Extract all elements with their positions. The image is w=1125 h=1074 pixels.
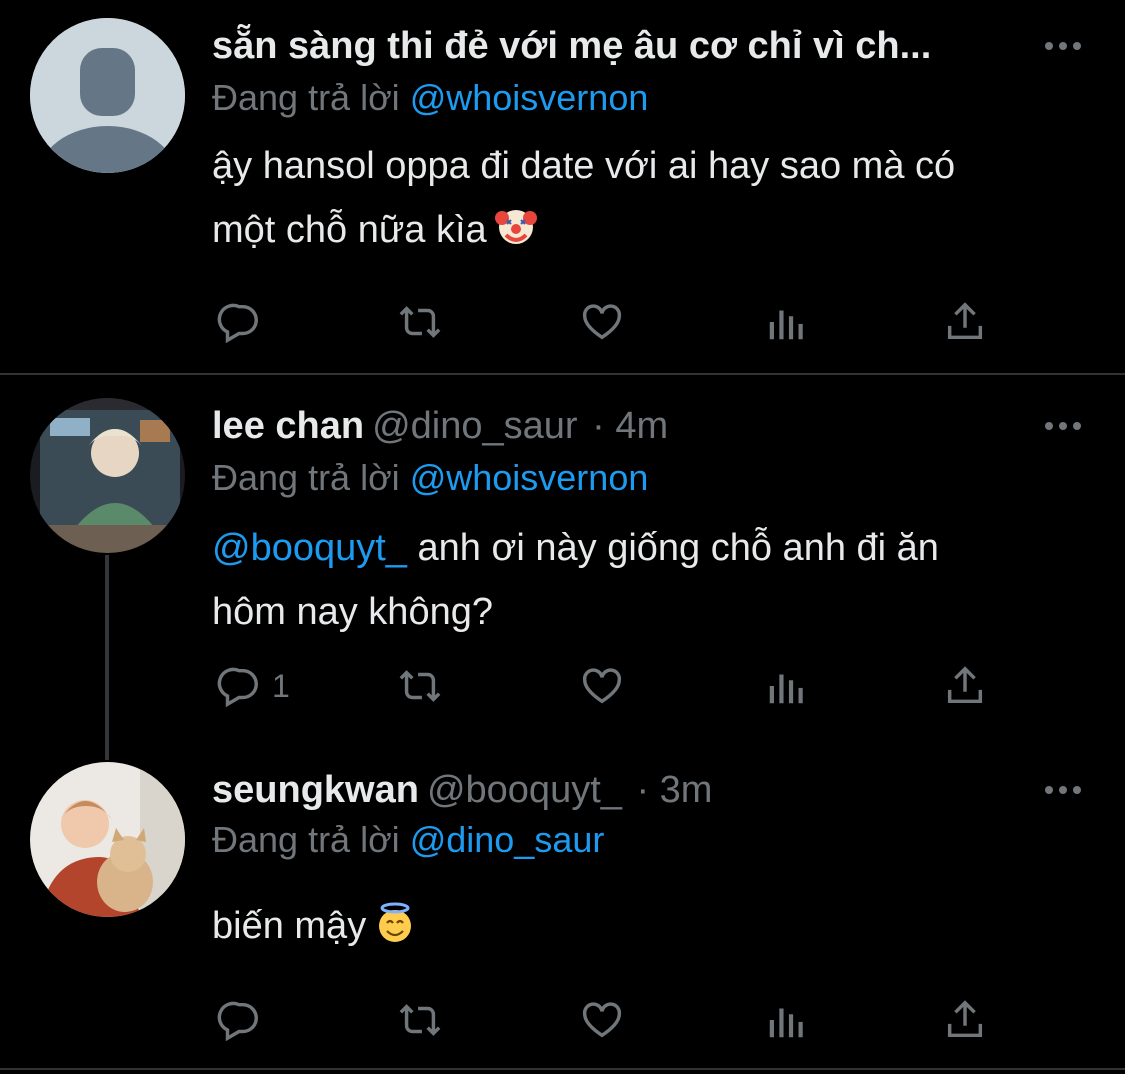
user-handle[interactable]: @dino_saur (372, 405, 577, 447)
share-icon (947, 1000, 983, 1038)
photo-avatar-icon (30, 398, 185, 553)
more-icon[interactable] (1043, 780, 1083, 800)
body-line: biến mậy (212, 894, 1092, 964)
tweet[interactable]: lee chan @dino_saur · 4m Đang trả lời @wh… (0, 376, 1125, 756)
share-button[interactable] (942, 662, 988, 710)
views-button[interactable] (764, 298, 810, 346)
tweet[interactable]: seungkwan @booquyt_ · 3m Đang trả lời @di… (0, 740, 1125, 1070)
display-name[interactable]: seungkwan (212, 769, 419, 811)
retweet-icon (399, 306, 441, 338)
like-button[interactable] (579, 996, 625, 1044)
display-name[interactable]: lee chan (212, 405, 364, 447)
tweet-body: @booquyt_ anh ơi này giống chỗ anh đi ăn… (212, 516, 1092, 644)
body-line: @booquyt_ anh ơi này giống chỗ anh đi ăn (212, 527, 939, 569)
tweet-actions (212, 996, 1012, 1044)
views-button[interactable] (764, 662, 810, 710)
tweet-body: biến mậy (212, 894, 1092, 964)
retweet-icon (399, 1004, 441, 1036)
reply-to-mention[interactable]: @whoisvernon (410, 457, 649, 498)
clown-face-icon (494, 204, 537, 268)
reply-icon (217, 303, 258, 344)
avatar[interactable] (30, 18, 185, 173)
views-icon (769, 674, 803, 704)
default-avatar-icon (30, 18, 185, 173)
like-icon (582, 1002, 622, 1038)
more-icon[interactable] (1043, 416, 1083, 436)
share-button[interactable] (942, 298, 988, 346)
divider (0, 373, 1125, 375)
reply-button[interactable]: 1 (216, 662, 290, 710)
body-line: hôm nay không? (212, 591, 493, 633)
tweet-body: ậy hansol oppa đi date với ai hay sao mà… (212, 134, 1092, 268)
timestamp[interactable]: · 4m (592, 405, 668, 447)
retweet-icon (399, 670, 441, 702)
reply-prefix: Đang trả lời (212, 457, 400, 498)
retweet-button[interactable] (395, 996, 445, 1044)
retweet-button[interactable] (395, 662, 445, 710)
timestamp[interactable]: · 3m (636, 769, 712, 811)
share-icon (947, 666, 983, 704)
tweet-header: seungkwan @booquyt_ · 3m (212, 768, 712, 812)
divider (0, 1068, 1125, 1070)
views-button[interactable] (764, 996, 810, 1044)
share-icon (947, 302, 983, 340)
smiling-face-with-halo-icon (374, 900, 416, 964)
avatar[interactable] (30, 398, 185, 553)
tweet-actions: 1 (212, 662, 1012, 710)
replying-to: Đang trả lời @dino_saur (212, 818, 604, 862)
reply-count: 1 (272, 667, 290, 704)
reply-prefix: Đang trả lời (212, 819, 400, 860)
like-icon (582, 668, 622, 704)
tweet-header: sẵn sàng thi đẻ với mẹ âu cơ chỉ vì ch..… (212, 24, 931, 68)
more-icon[interactable] (1043, 36, 1083, 56)
replying-to: Đang trả lời @whoisvernon (212, 76, 648, 120)
retweet-button[interactable] (395, 298, 445, 346)
user-handle[interactable]: @booquyt_ (427, 769, 622, 811)
reply-icon (217, 667, 258, 708)
like-icon (582, 304, 622, 340)
display-name[interactable]: sẵn sàng thi đẻ với mẹ âu cơ chỉ vì ch..… (212, 25, 931, 67)
reply-to-mention[interactable]: @dino_saur (410, 819, 605, 860)
tweet[interactable]: sẵn sàng thi đẻ với mẹ âu cơ chỉ vì ch..… (0, 0, 1125, 372)
reply-prefix: Đang trả lời (212, 77, 400, 118)
avatar[interactable] (30, 762, 185, 917)
reply-button[interactable] (216, 298, 262, 346)
tweet-actions (212, 298, 1012, 346)
like-button[interactable] (579, 662, 625, 710)
reply-button[interactable] (216, 996, 262, 1044)
reply-to-mention[interactable]: @whoisvernon (410, 77, 649, 118)
body-line: một chỗ nữa kìa (212, 198, 1092, 268)
body-mention[interactable]: @booquyt_ (212, 527, 407, 569)
views-icon (769, 1008, 803, 1038)
photo-avatar-icon (30, 762, 185, 917)
body-line: ậy hansol oppa đi date với ai hay sao mà… (212, 145, 956, 187)
reply-icon (217, 1001, 258, 1042)
share-button[interactable] (942, 996, 988, 1044)
tweet-header: lee chan @dino_saur · 4m (212, 404, 668, 448)
views-icon (769, 310, 803, 340)
replying-to: Đang trả lời @whoisvernon (212, 456, 648, 500)
like-button[interactable] (579, 298, 625, 346)
